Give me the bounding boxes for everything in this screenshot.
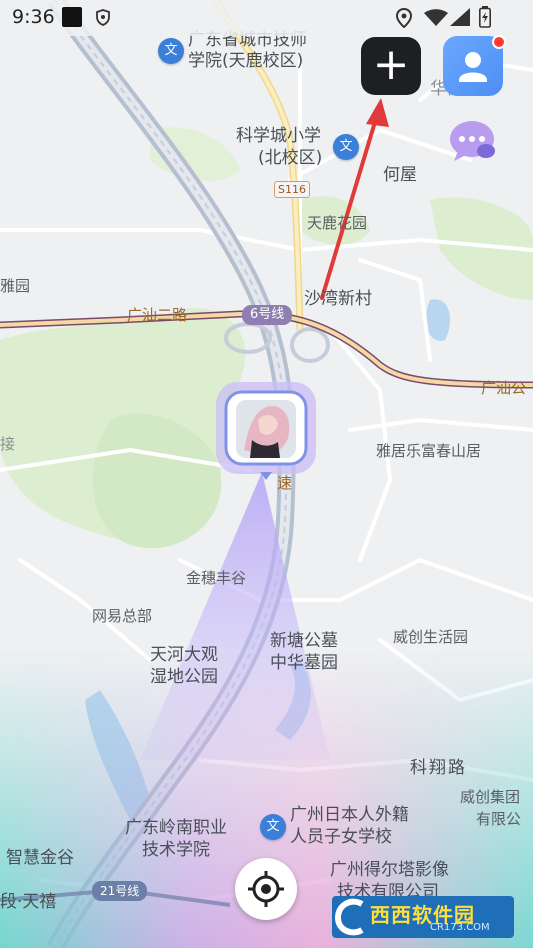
locate-me-button[interactable] (235, 858, 297, 920)
poi-label[interactable]: (北校区) (258, 148, 322, 168)
place-label: 广州得尔塔影像 (330, 860, 449, 880)
watermark-icon (334, 898, 364, 936)
notification-dot (492, 35, 506, 49)
road-number-badge: S116 (274, 181, 310, 198)
battery-icon (479, 6, 491, 32)
watermark-subtitle: CR173.COM (430, 922, 490, 933)
poi-label[interactable]: 广州日本人外籍 (290, 805, 409, 825)
add-button[interactable]: + (361, 37, 421, 95)
shield-icon (95, 9, 111, 30)
lake (425, 299, 450, 341)
road-label: 广汕公 (481, 379, 527, 397)
profile-button[interactable] (443, 35, 506, 96)
place-label: 雅园 (0, 277, 31, 295)
place-label: 雅居乐富春山居 (376, 442, 482, 460)
place-label: 威创生活园 (393, 628, 469, 646)
plus-icon: + (372, 39, 410, 90)
place-label: 广东岭南职业 (125, 818, 227, 838)
poi-school-icon[interactable]: 文 (260, 814, 286, 840)
signal-icon (450, 8, 470, 30)
chat-button[interactable] (448, 119, 498, 165)
metro-line-badge: 6号线 (242, 305, 293, 325)
poi-school-icon[interactable]: 文 (333, 134, 359, 160)
place-label: 何屋 (383, 165, 417, 185)
wifi-icon (424, 9, 448, 31)
app-notification-icon (62, 7, 82, 27)
watermark-logo: 西西软件园 CR173.COM (332, 896, 514, 938)
place-label: 中华墓园 (270, 653, 338, 673)
place-label: 威创集团 (460, 788, 521, 806)
crosshair-icon (248, 871, 284, 907)
poi-label[interactable]: 学院(天鹿校区) (188, 51, 303, 71)
place-label: 沙湾新村 (304, 289, 372, 309)
place-label: 天鹿花园 (307, 214, 368, 232)
road-label: 广汕二路 (127, 306, 188, 324)
status-time: 9:36 (12, 6, 55, 28)
place-label: 智慧金谷 (6, 848, 74, 868)
user-location-marker[interactable] (214, 380, 318, 484)
place-label: 有限公 (476, 810, 522, 828)
place-label: 新塘公墓 (270, 631, 338, 651)
poi-label[interactable]: 人员子女学校 (290, 827, 392, 847)
place-label: 金穗丰谷 (186, 569, 247, 587)
poi-label[interactable]: 科学城小学 (236, 126, 321, 146)
place-label: 技术学院 (142, 840, 210, 860)
place-label: 段·天禧 (0, 892, 57, 912)
place-label: 接 (0, 435, 16, 453)
status-bar: 9:36 (0, 0, 533, 36)
road-label: 科翔路 (410, 758, 467, 778)
place-label: 天河大观 (150, 645, 218, 665)
place-label: 网易总部 (92, 607, 153, 625)
metro-line-badge: 21号线 (92, 881, 148, 901)
location-pin-icon (395, 7, 413, 32)
poi-school-icon[interactable]: 文 (158, 38, 184, 64)
chat-bubble-icon (450, 121, 495, 161)
place-label: 湿地公园 (150, 667, 218, 687)
